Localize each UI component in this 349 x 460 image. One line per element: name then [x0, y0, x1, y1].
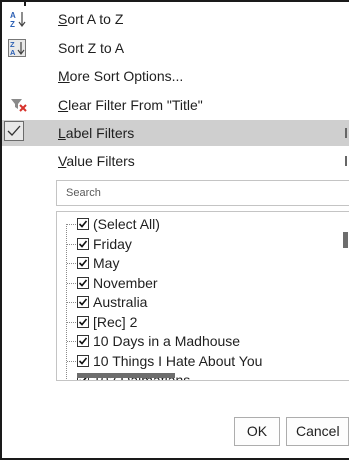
list-item[interactable]: (Select All): [57, 215, 349, 234]
clear-filter-label: Clear Filter From "Title": [58, 97, 203, 113]
checkbox[interactable]: [77, 354, 89, 367]
svg-text:Z: Z: [10, 20, 15, 28]
sort-ascending-icon: A Z: [10, 10, 26, 29]
submenu-arrow-icon: [345, 128, 347, 138]
tree-connector: [67, 302, 76, 303]
list-item[interactable]: [Rec] 2: [57, 313, 349, 332]
sort-descending-icon: Z A: [8, 39, 26, 57]
sort-a-to-z-item[interactable]: A Z Sort A to Z: [2, 6, 349, 32]
list-item-label: Friday: [93, 235, 132, 252]
ok-button[interactable]: OK: [234, 417, 280, 446]
list-item-label: November: [93, 274, 158, 291]
checkbox[interactable]: [77, 335, 89, 347]
checkmark-icon: [4, 121, 24, 141]
clear-filter-item[interactable]: Clear Filter From "Title": [2, 92, 349, 118]
list-item[interactable]: May: [57, 254, 349, 273]
window-border-top: [0, 0, 349, 2]
checkbox[interactable]: [77, 315, 89, 328]
tree-connector: [67, 263, 76, 264]
checkbox[interactable]: [77, 218, 89, 230]
checkbox[interactable]: [77, 257, 89, 269]
clear-filter-icon: [10, 96, 27, 114]
search-input[interactable]: [56, 180, 349, 206]
list-item-label: [Rec] 2: [93, 313, 138, 330]
list-item-label: May: [93, 255, 120, 271]
value-filters-item[interactable]: Value Filters: [2, 148, 349, 174]
tree-connector: [67, 341, 76, 342]
sort-z-to-a-label: Sort Z to A: [58, 40, 125, 56]
label-filters-label: Label Filters: [58, 125, 135, 141]
list-item[interactable]: 10 Things I Hate About You: [57, 352, 349, 371]
cancel-button[interactable]: Cancel: [286, 417, 349, 446]
label-filters-item[interactable]: Label Filters: [2, 120, 349, 146]
tree-connector: [67, 243, 76, 245]
list-item-label: Australia: [93, 294, 148, 310]
svg-text:A: A: [10, 48, 16, 57]
list-item-label: (Select All): [93, 216, 160, 232]
tree-connector: [67, 224, 76, 225]
more-sort-options-label: More Sort Options...: [58, 68, 184, 84]
more-sort-options-item[interactable]: More Sort Options...: [2, 63, 349, 89]
filter-value-list[interactable]: (Select All) Friday May November Australia [R…: [56, 211, 349, 381]
tree-connector: [67, 321, 76, 323]
list-item-label: 10 Things I Hate About You: [93, 352, 263, 369]
vertical-scrollbar-thumb[interactable]: [343, 232, 348, 248]
checkbox[interactable]: [77, 276, 89, 289]
list-item[interactable]: 10 Days in a Madhouse: [57, 332, 349, 351]
svg-text:A: A: [10, 11, 16, 20]
tree-connector: [67, 360, 76, 362]
list-item[interactable]: November: [57, 274, 349, 293]
checkbox[interactable]: [77, 237, 89, 250]
sort-z-to-a-item[interactable]: Z A Sort Z to A: [2, 35, 349, 61]
value-filters-label: Value Filters: [58, 153, 135, 169]
submenu-arrow-icon: [345, 156, 347, 166]
tree-connector: [67, 282, 76, 284]
tree-connector: [67, 380, 76, 381]
list-item[interactable]: Friday: [57, 235, 349, 254]
sort-a-to-z-label: Sort A to Z: [58, 11, 124, 27]
horizontal-scrollbar-thumb[interactable]: [77, 373, 175, 378]
list-item-label: 10 Days in a Madhouse: [93, 333, 241, 349]
list-item[interactable]: Australia: [57, 293, 349, 312]
checkbox[interactable]: [77, 296, 89, 308]
